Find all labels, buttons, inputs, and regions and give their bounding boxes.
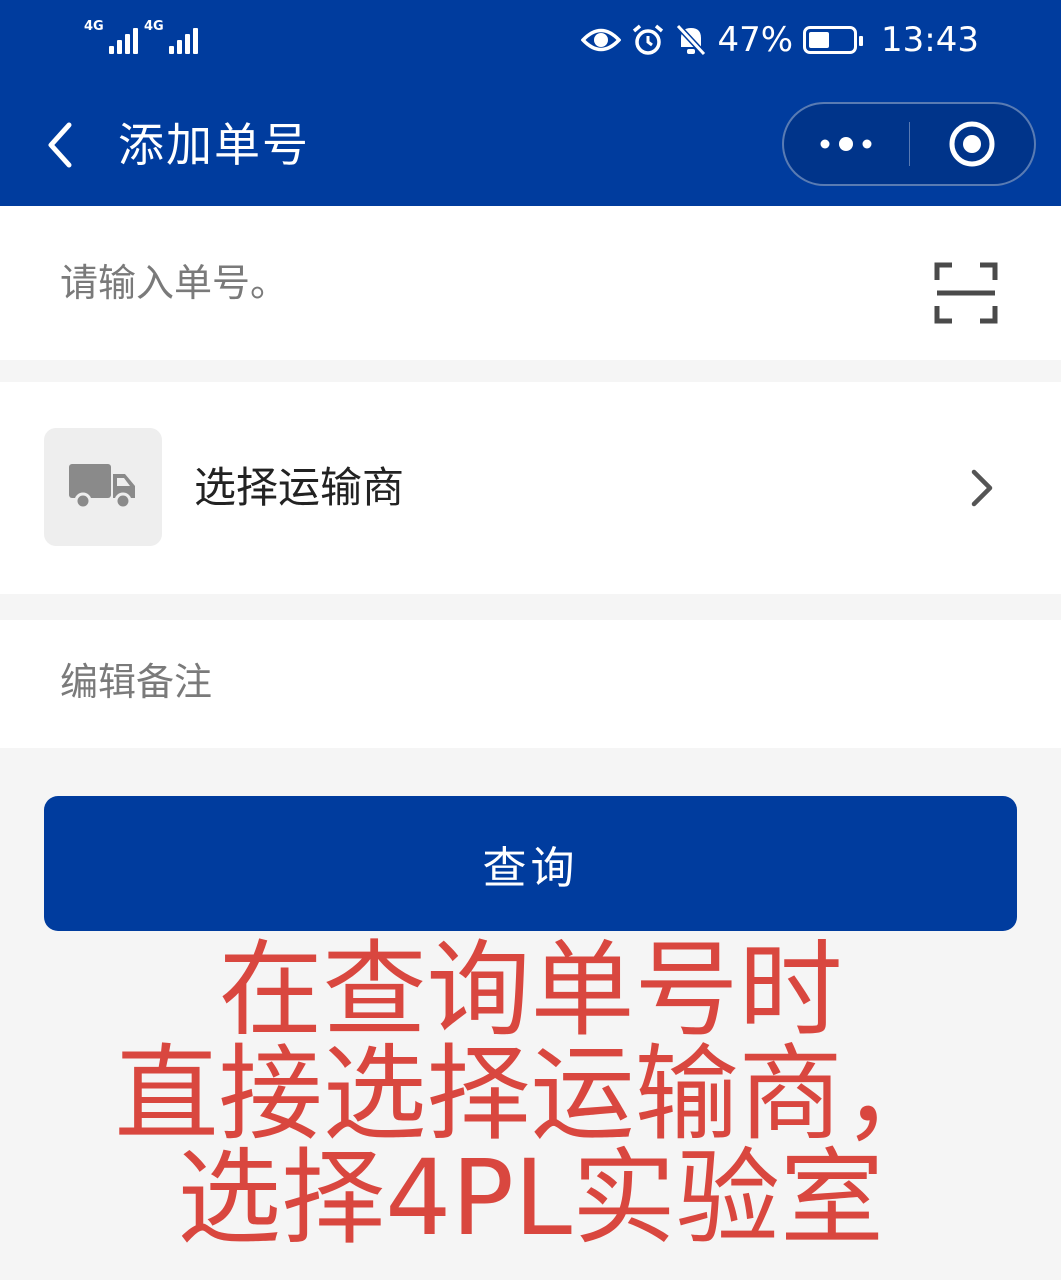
page-title: 添加单号 (118, 118, 310, 172)
eye-icon (581, 28, 622, 52)
navigation-bar: 添加单号 (0, 82, 1061, 206)
signal-1-icon: 4G (84, 20, 138, 54)
battery-percent: 47% (717, 20, 794, 60)
battery-icon (803, 26, 864, 54)
back-button[interactable] (30, 110, 90, 180)
app-header: 4G 4G 47% 13:43 添加单号 (0, 0, 1061, 206)
annotation-line-1: 在查询单号时 (218, 929, 843, 1051)
bell-off-icon (676, 23, 707, 57)
select-carrier-row[interactable]: 选择运输商 (0, 382, 1061, 594)
network-type-2: 4G (144, 19, 164, 34)
status-icons: 47% 13:43 (581, 18, 979, 62)
tracking-number-input[interactable] (60, 258, 880, 308)
chevron-right-icon (971, 469, 993, 507)
query-button[interactable]: 查询 (44, 796, 1017, 931)
carrier-tile (44, 428, 162, 546)
truck-icon (69, 464, 135, 510)
target-circle-icon (949, 121, 995, 167)
chevron-left-icon (48, 122, 72, 168)
select-carrier-label: 选择运输商 (194, 463, 405, 512)
tracking-number-row (0, 206, 1061, 360)
annotation-line-2: 直接选择运输商， (114, 1033, 947, 1155)
remark-input[interactable] (60, 654, 960, 710)
clock-time: 13:43 (881, 20, 979, 60)
remark-row (0, 620, 1061, 748)
alarm-icon (633, 24, 664, 55)
annotation-overlay: 在查询单号时 直接选择运输商， 选择4PL实验室 (0, 938, 1061, 1250)
mini-program-capsule (782, 102, 1036, 186)
signal-2-icon: 4G (144, 20, 198, 54)
more-dots-icon (820, 137, 872, 151)
annotation-line-3: 选择4PL实验室 (177, 1137, 884, 1259)
close-mini-program-button[interactable] (909, 104, 1034, 184)
more-menu-button[interactable] (784, 104, 909, 184)
network-type-1: 4G (84, 19, 104, 34)
status-bar: 4G 4G 47% 13:43 (0, 0, 1061, 82)
scan-frame-icon[interactable] (934, 262, 998, 324)
